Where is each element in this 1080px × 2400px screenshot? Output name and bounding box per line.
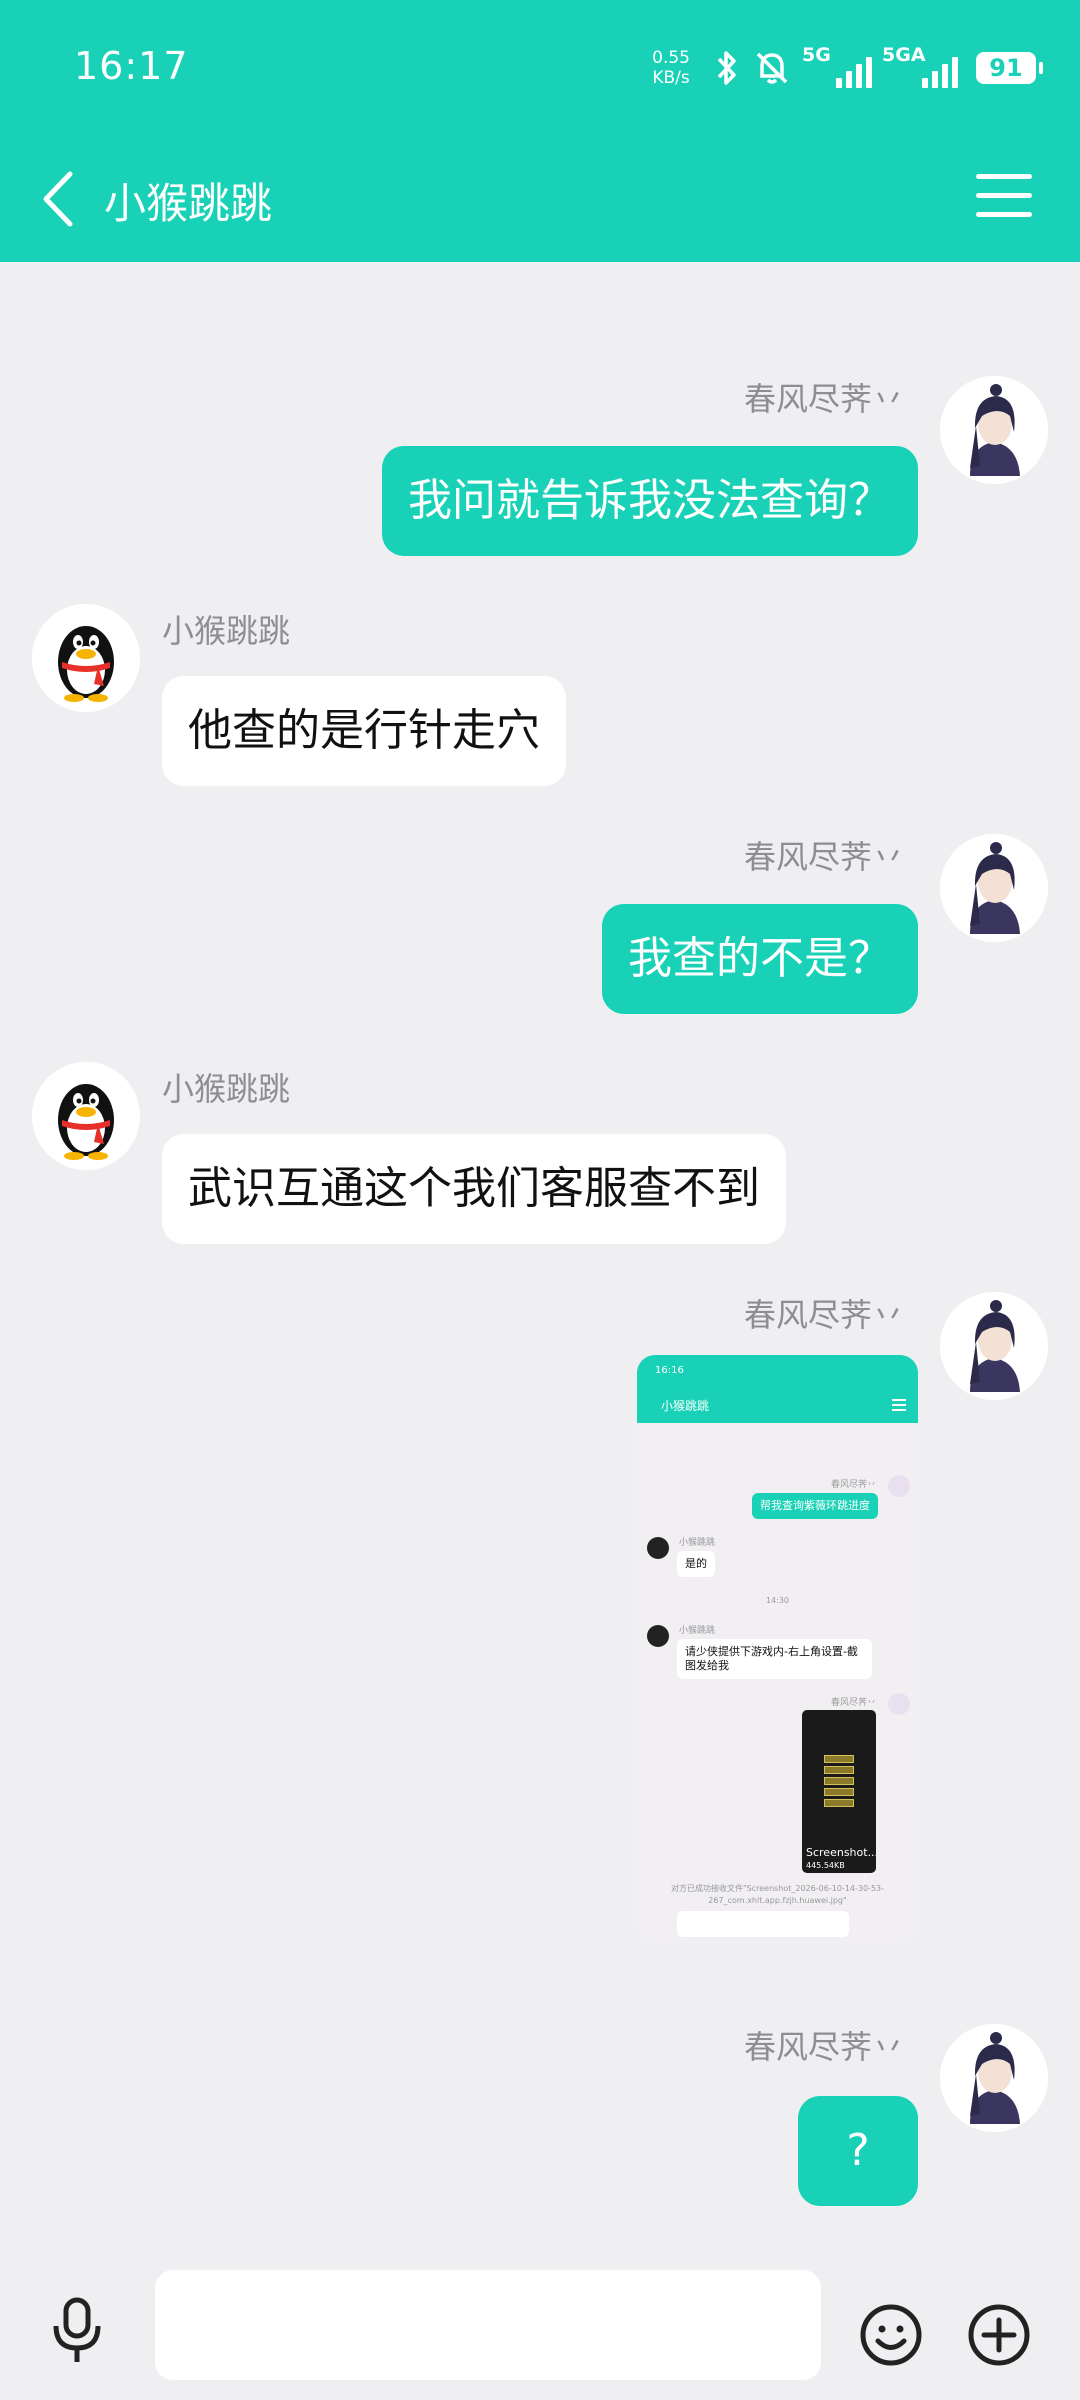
chat-title: 小猴跳跳: [104, 179, 273, 228]
microphone-icon: [53, 2297, 101, 2362]
back-button[interactable]: [34, 164, 94, 234]
signal-1-label: 5G: [802, 44, 831, 66]
message-input[interactable]: [155, 2270, 821, 2380]
bluetooth-icon: [717, 51, 736, 85]
status-bar: 16:17 0.55 KB/s 5G 5GA 91: [0, 0, 1080, 138]
mini-header: 16:16 小猴跳跳: [637, 1355, 918, 1423]
voice-button[interactable]: [44, 2294, 110, 2366]
avatar-character-icon: [940, 376, 1048, 484]
sender-name: 春风尽荠丷: [743, 1296, 904, 1334]
chevron-left-icon: [43, 171, 73, 227]
my-avatar[interactable]: [940, 2024, 1048, 2132]
mini-message: 是的: [677, 1551, 715, 1577]
sender-name: 春风尽荠丷: [743, 380, 904, 418]
mini-message: 请少侠提供下游戏内-右上角设置-截图发给我: [677, 1639, 872, 1679]
mini-sender-name: 春风尽荠丷: [830, 1480, 876, 1490]
message-bubble[interactable]: 我查的不是？: [602, 904, 918, 1014]
signal-2-label: 5GA: [882, 44, 926, 66]
message-bubble[interactable]: 我问就告诉我没法查询？: [382, 446, 918, 556]
contact-avatar[interactable]: [32, 604, 140, 712]
mini-sender-name: 春风尽荠丷: [830, 1698, 876, 1708]
mini-file-notice: 对方已成功接收文件"Screenshot_2026-06-10-14-30-53…: [670, 1884, 885, 1905]
signal-strength-2: 5GA: [882, 44, 958, 92]
mini-my-avatar: [888, 1475, 910, 1497]
mini-my-avatar: [888, 1693, 910, 1715]
network-speed-value: 0.55: [652, 48, 690, 68]
network-speed: 0.55 KB/s: [652, 48, 690, 88]
mini-file-label: Screenshot...: [806, 1846, 876, 1859]
image-message[interactable]: 16:16 小猴跳跳 春风尽荠丷 帮我查询紫薇环跳进度 小猴跳跳 是的 14:3…: [637, 1355, 918, 1943]
my-avatar[interactable]: [940, 376, 1048, 484]
mini-file-size: 445.54KB: [806, 1861, 845, 1870]
sender-name: 春风尽荠丷: [743, 838, 904, 876]
contact-avatar[interactable]: [32, 1062, 140, 1170]
status-icons: 0.55 KB/s 5G 5GA 91: [652, 44, 1043, 92]
plus-circle-icon: [968, 2304, 1030, 2366]
mini-status-time: 16:16: [655, 1365, 684, 1376]
avatar-character-icon: [940, 834, 1048, 942]
input-bar: [0, 2262, 1080, 2400]
avatar-character-icon: [940, 2024, 1048, 2132]
mini-chat-title: 小猴跳跳: [661, 1399, 710, 1413]
mini-sender-name: 小猴跳跳: [679, 1626, 716, 1636]
penguin-icon: [32, 604, 140, 712]
network-speed-unit: KB/s: [652, 68, 690, 88]
mute-bell-icon: [756, 52, 788, 84]
mini-input: [677, 1911, 849, 1937]
my-avatar[interactable]: [940, 834, 1048, 942]
message-bubble[interactable]: ?: [798, 2096, 918, 2206]
message-bubble[interactable]: 武识互通这个我们客服查不到: [162, 1134, 786, 1244]
avatar-character-icon: [940, 1292, 1048, 1400]
mini-menu-icon: [892, 1399, 906, 1414]
penguin-icon: [32, 1062, 140, 1170]
smiley-icon: [860, 2304, 922, 2366]
mini-contact-avatar: [647, 1537, 669, 1559]
message-list[interactable]: 春风尽荠丷 我问就告诉我没法查询？ 小猴跳跳 他查的是行针走穴 春风尽荠丷 我查…: [0, 262, 1080, 2262]
mini-image-thumb: Screenshot... 445.54KB: [802, 1710, 876, 1873]
mini-time-divider: 14:30: [765, 1596, 790, 1605]
chat-header: 小猴跳跳: [0, 138, 1080, 262]
status-time: 16:17: [74, 44, 189, 88]
mini-message: 帮我查询紫薇环跳进度: [752, 1493, 878, 1519]
more-button[interactable]: [966, 2302, 1032, 2368]
menu-button[interactable]: [976, 174, 1032, 224]
signal-strength-1: 5G: [802, 44, 872, 92]
my-avatar[interactable]: [940, 1292, 1048, 1400]
sender-name: 春风尽荠丷: [743, 2028, 904, 2066]
sender-name: 小猴跳跳: [162, 1070, 291, 1108]
mini-contact-avatar: [647, 1625, 669, 1647]
message-bubble[interactable]: 他查的是行针走穴: [162, 676, 566, 786]
emoji-button[interactable]: [858, 2302, 924, 2368]
sender-name: 小猴跳跳: [162, 612, 291, 650]
mini-sender-name: 小猴跳跳: [679, 1538, 716, 1548]
battery-indicator: 91: [976, 52, 1043, 84]
